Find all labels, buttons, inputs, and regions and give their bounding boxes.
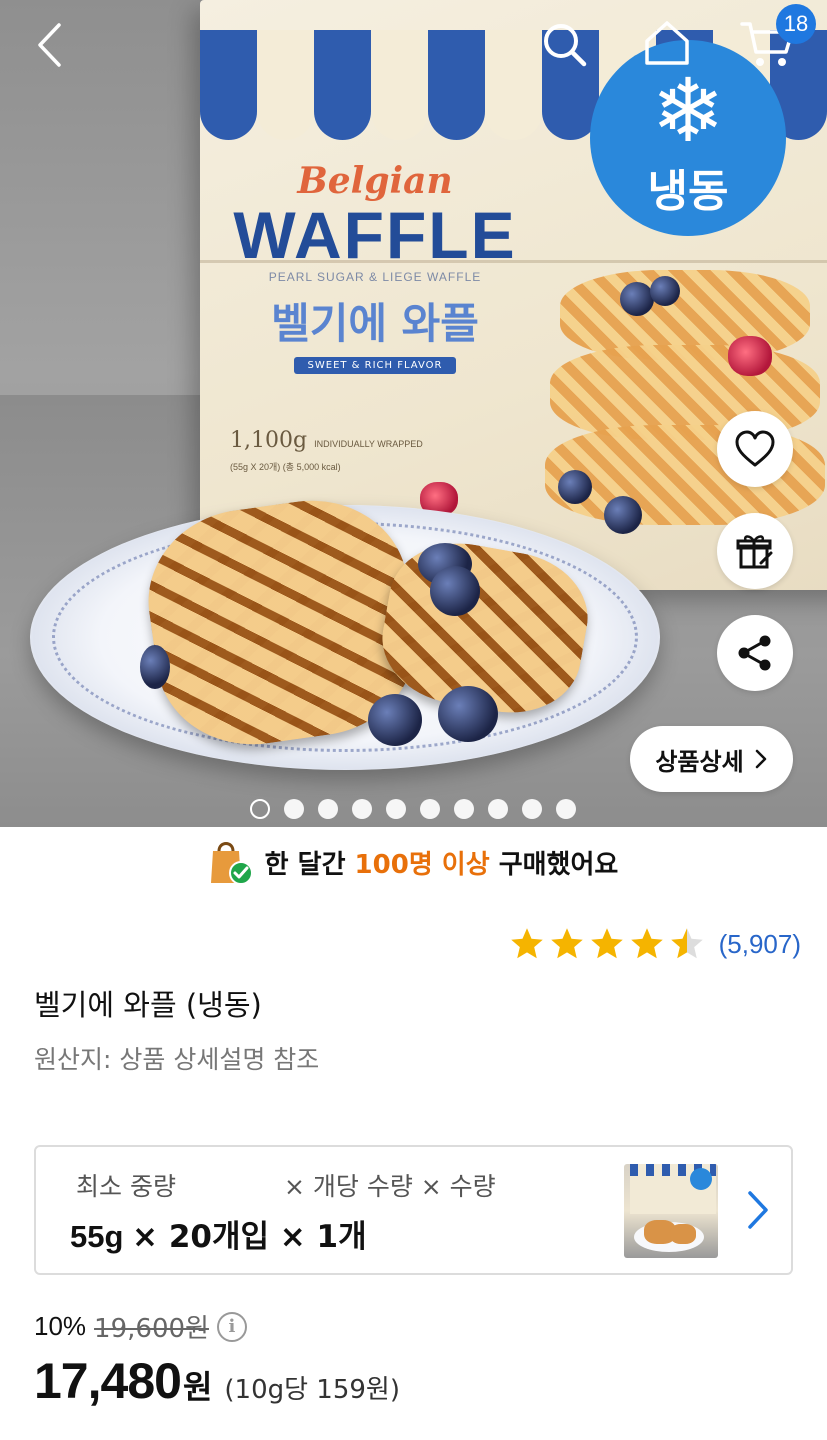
box-weight: 1,100g INDIVIDUALLY WRAPPED [230,428,423,453]
option-chevron-right-icon[interactable] [742,1187,772,1233]
gift-icon [736,535,773,569]
carousel-dot[interactable] [386,799,406,819]
box-pearl-text: PEARL SUGAR & LIEGE WAFFLE [268,270,482,284]
carousel-dot[interactable] [284,799,304,819]
purchase-count-highlight: 100명 이상 [354,849,490,880]
carousel-dot[interactable] [250,799,270,819]
share-icon [738,635,771,671]
purchase-count-banner: 한 달간 100명 이상 구매했어요 [0,834,827,890]
star-icon [510,928,543,959]
share-button[interactable] [717,615,793,691]
discount-line: 10% 19,600원 i [34,1308,247,1345]
option-selector[interactable]: 최소 중량 × 개당 수량 × 수량 55g × 20개입 × 1개 [34,1145,793,1275]
wishlist-button[interactable] [717,411,793,487]
info-icon[interactable]: i [216,1311,247,1342]
box-waffle-text: WAFFLE [233,198,517,272]
sale-price: 17,480 [34,1353,182,1409]
carousel-dot[interactable] [352,799,372,819]
option-header-quantity: × 개당 수량 × 수량 [284,1172,496,1201]
currency-label: 원 [182,1368,213,1406]
star-icon [550,928,583,959]
back-icon[interactable] [28,20,72,70]
purchase-count-text: 한 달간 100명 이상 구매했어요 [264,849,619,880]
carousel-dot[interactable] [318,799,338,819]
product-image-carousel[interactable]: Belgian WAFFLE PEARL SUGAR & LIEGE WAFFL… [0,0,827,827]
box-ribbon: SWEET & RICH FLAVOR [293,357,457,374]
carousel-dot[interactable] [454,799,474,819]
carousel-dot[interactable] [420,799,440,819]
carousel-indicator [250,799,576,819]
search-icon[interactable] [538,18,590,70]
original-price: 19,600원 [94,1314,209,1344]
snowflake-icon: ❄ [651,59,725,162]
chevron-right-icon [755,749,766,769]
rating-summary[interactable]: (5,907) [509,926,801,962]
carousel-dot[interactable] [556,799,576,819]
carousel-dot[interactable] [522,799,542,819]
option-thumbnail [624,1164,718,1258]
home-icon[interactable] [640,16,694,70]
cart-count-badge: 18 [776,4,816,44]
box-korean-title: 벨기에 와플 [271,299,479,348]
option-header-weight: 최소 중량 [76,1172,176,1201]
shopping-bag-check-icon [209,837,253,887]
heart-icon [735,430,775,467]
product-detail-label: 상품상세 [655,747,744,776]
product-origin: 원산지: 상품 상세설명 참조 [34,1045,320,1074]
gift-button[interactable] [717,513,793,589]
product-detail-button[interactable]: 상품상세 [630,726,793,792]
half-star-icon [670,928,703,959]
box-printed-text: Belgian WAFFLE PEARL SUGAR & LIEGE WAFFL… [230,160,520,472]
discount-rate: 10% [34,1311,87,1341]
star-icon [590,928,623,959]
review-count[interactable]: (5,907) [719,929,801,960]
box-sub-text: (55g X 20개) (총 5,000 kcal) [230,462,341,472]
price-line: 17,480 원 (10g당 159원) [34,1352,400,1410]
star-icon [630,928,663,959]
product-title: 벨기에 와플 (냉동) [34,988,262,1022]
box-belgian-text: Belgian [297,160,453,202]
option-value: 55g × 20개입 × 1개 [70,1219,367,1255]
carousel-dot[interactable] [488,799,508,819]
frozen-label: 냉동 [647,166,729,217]
unit-price: (10g당 159원) [224,1375,400,1405]
